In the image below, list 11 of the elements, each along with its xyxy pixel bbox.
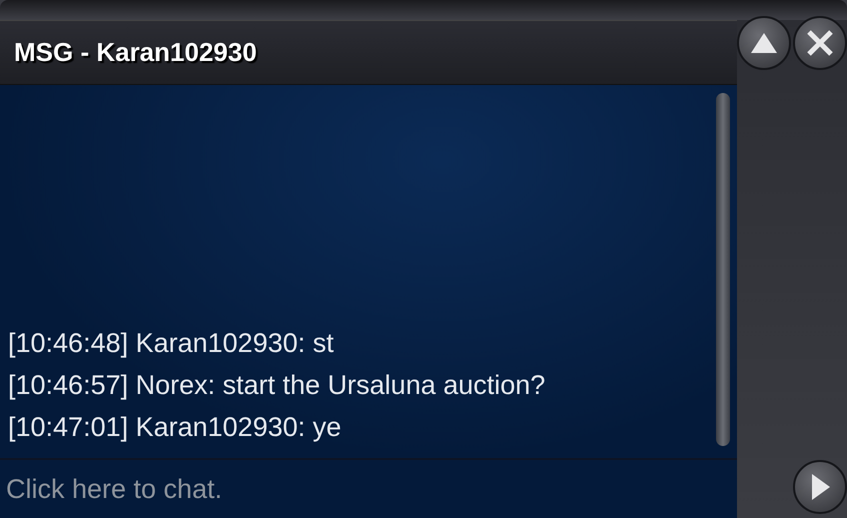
up-triangle-icon	[749, 31, 779, 55]
chat-input[interactable]: Click here to chat.	[0, 458, 737, 518]
chat-message: [10:47:01] Karan102930: ye	[8, 411, 342, 444]
close-icon	[805, 28, 835, 58]
close-button[interactable]	[793, 16, 847, 70]
chat-message: [10:46:48] Karan102930: st	[8, 327, 335, 360]
window-title: MSG - Karan102930	[14, 36, 257, 69]
send-button[interactable]	[793, 460, 847, 514]
chat-message: [10:46:57] Norex: start the Ursaluna auction?	[8, 369, 546, 402]
scrollbar-thumb[interactable]	[716, 93, 730, 446]
minimize-button[interactable]	[737, 16, 791, 70]
